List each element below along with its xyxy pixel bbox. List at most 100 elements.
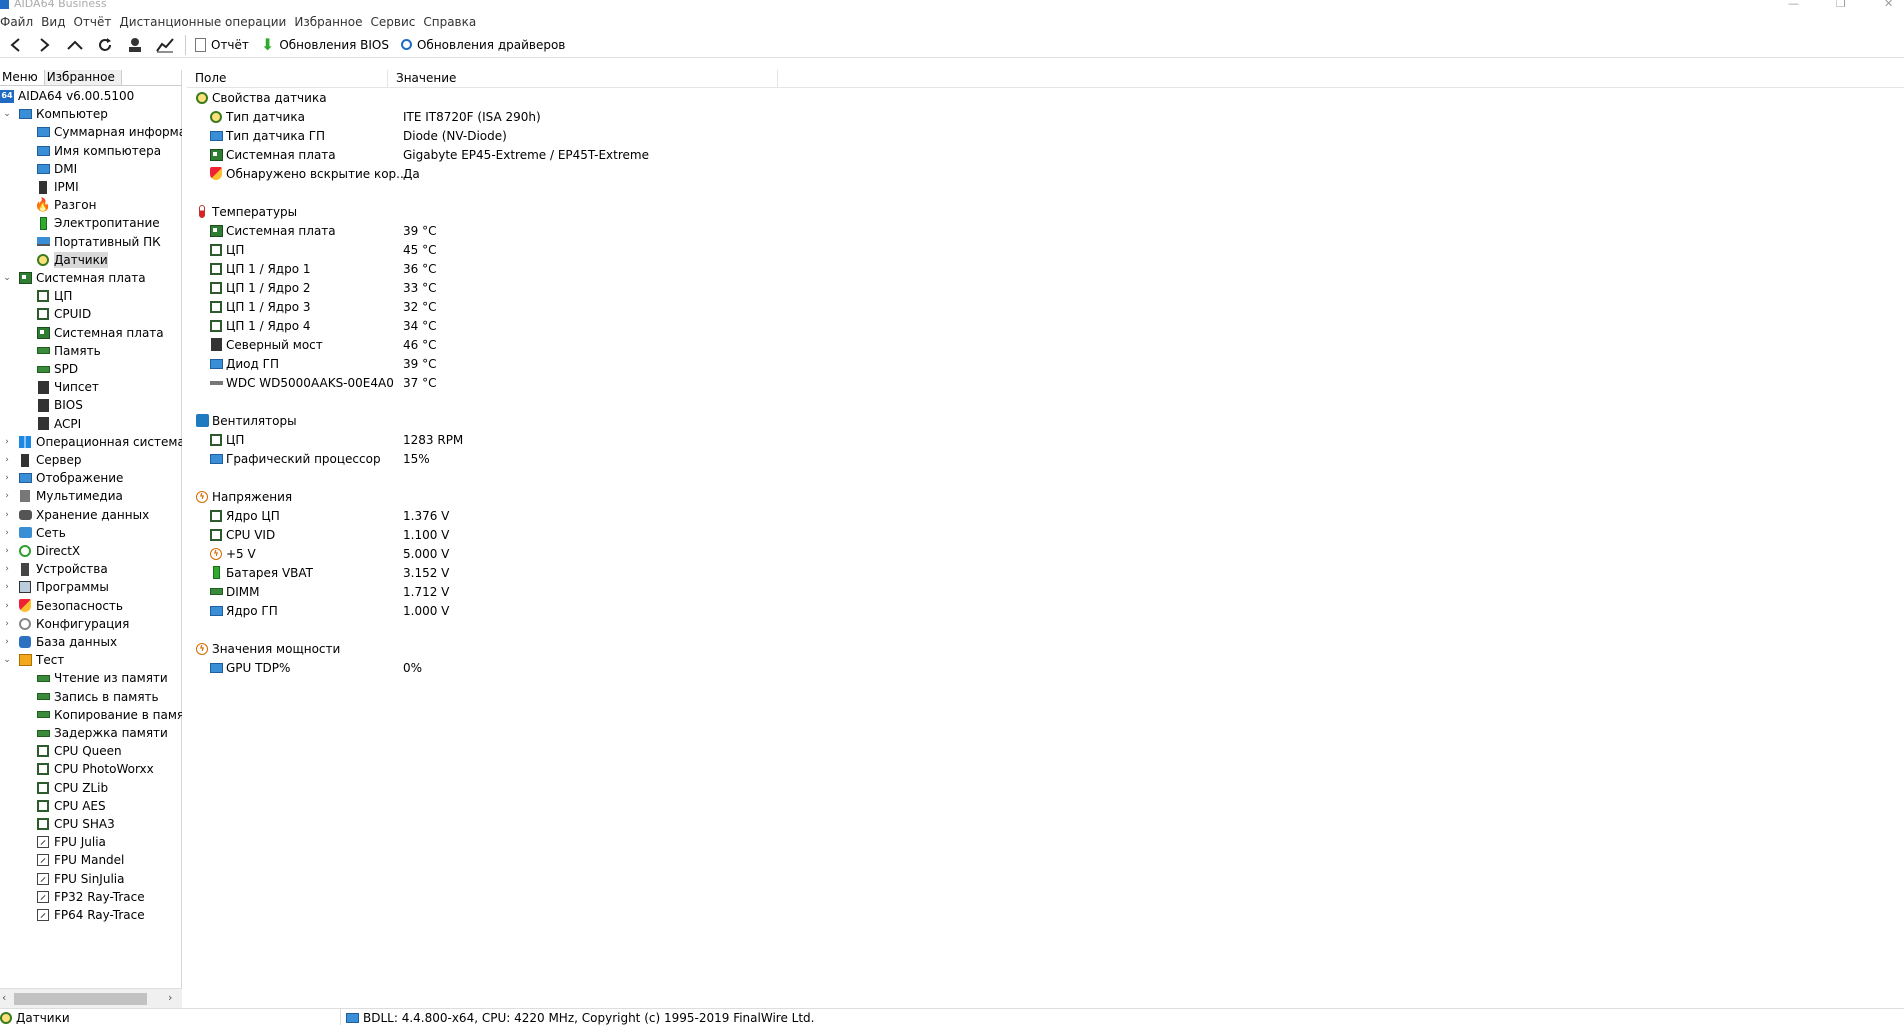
forward-button[interactable]	[30, 33, 60, 57]
tree-item[interactable]: ⌄ Компьютер	[3, 105, 108, 123]
tree-item[interactable]: › Операционная система	[5, 433, 182, 451]
section-header[interactable]: Свойства датчика	[195, 88, 327, 107]
report-button[interactable]: Отчёт	[191, 33, 257, 57]
tree-item[interactable]: FP32 Ray-Trace	[36, 888, 145, 906]
expand-icon[interactable]: ›	[2, 561, 12, 577]
tree-item[interactable]: Имя компьютера	[36, 142, 161, 160]
section-header[interactable]: Вентиляторы	[195, 411, 297, 430]
tree-item[interactable]: Задержка памяти	[36, 724, 168, 742]
tree-item[interactable]: DMI	[36, 160, 77, 178]
expand-icon[interactable]: ›	[2, 452, 12, 468]
tree-item[interactable]: FPU Mandel	[36, 851, 124, 869]
tree-item[interactable]: Память	[36, 342, 101, 360]
expand-icon[interactable]: ›	[2, 634, 12, 650]
sensor-row[interactable]: CPU VID 1.100 V	[209, 525, 1809, 544]
menu-report[interactable]: Отчёт	[73, 15, 118, 29]
tree-item[interactable]: ⌄ Тест	[3, 651, 64, 669]
tree-item[interactable]: CPU ZLib	[36, 779, 108, 797]
close-icon[interactable]: ✕	[1884, 0, 1893, 10]
collapse-icon[interactable]: ⌄	[2, 652, 12, 668]
tree-item[interactable]: › Конфигурация	[5, 615, 129, 633]
sensor-row[interactable]: ЦП 1 / Ядро 2 33 °C	[209, 278, 1809, 297]
sensor-row[interactable]: ЦП 45 °C	[209, 240, 1809, 259]
refresh-button[interactable]	[90, 33, 120, 57]
tree-item[interactable]: Копирование в памяти	[36, 706, 182, 724]
tree-item[interactable]: › Отображение	[5, 469, 123, 487]
sensor-row[interactable]: ϟ +5 V 5.000 V	[209, 544, 1809, 563]
tree-item[interactable]: › База данных	[5, 633, 117, 651]
sensor-row[interactable]: GPU TDP% 0%	[209, 658, 1809, 677]
horizontal-scrollbar[interactable]: ‹ ›	[0, 988, 182, 1008]
sensor-row[interactable]: Системная плата 39 °C	[209, 221, 1809, 240]
minimize-icon[interactable]: —	[1788, 0, 1799, 10]
back-button[interactable]	[0, 33, 30, 57]
tree-item[interactable]: Электропитание	[36, 214, 160, 232]
tree-item[interactable]: Запись в память	[36, 688, 159, 706]
tree-item[interactable]: › Безопасность	[5, 597, 123, 615]
tab-favorites[interactable]: Избранное	[44, 70, 122, 85]
driver-updates-button[interactable]: Обновления драйверов	[397, 33, 573, 57]
section-header[interactable]: Температуры	[195, 202, 297, 221]
tree-item[interactable]: › Мультимедиа	[5, 487, 123, 505]
tree-item[interactable]: ACPI	[36, 415, 81, 433]
scrollbar-thumb[interactable]	[14, 993, 147, 1005]
scroll-right-icon[interactable]: ›	[168, 991, 172, 1004]
tree-item[interactable]: CPU SHA3	[36, 815, 115, 833]
tree-item[interactable]: Суммарная информация	[36, 123, 182, 141]
tree-item[interactable]: 64 AIDA64 v6.00.5100	[0, 87, 134, 105]
column-field[interactable]: Поле	[187, 70, 388, 87]
sensor-row[interactable]: ЦП 1 / Ядро 3 32 °C	[209, 297, 1809, 316]
expand-icon[interactable]: ›	[2, 616, 12, 632]
column-value[interactable]: Значение	[388, 70, 778, 87]
tree-item[interactable]: › DirectX	[5, 542, 80, 560]
sensor-row[interactable]: Батарея VBAT 3.152 V	[209, 563, 1809, 582]
tree-item[interactable]: IPMI	[36, 178, 79, 196]
expand-icon[interactable]: ›	[2, 579, 12, 595]
bios-updates-button[interactable]: ⬇ Обновления BIOS	[257, 33, 397, 57]
tree-item[interactable]: SPD	[36, 360, 78, 378]
sensor-row[interactable]: Тип датчика ITE IT8720F (ISA 290h)	[209, 107, 1809, 126]
collapse-icon[interactable]: ⌄	[2, 270, 12, 286]
expand-icon[interactable]: ›	[2, 598, 12, 614]
tree-item[interactable]: ⌄ Системная плата	[3, 269, 145, 287]
section-header[interactable]: ϟ Напряжения	[195, 487, 292, 506]
tree-item[interactable]: Датчики	[36, 251, 108, 269]
tree-item[interactable]: › Программы	[5, 578, 109, 596]
tree-item[interactable]: Чипсет	[36, 378, 99, 396]
tree-item[interactable]: CPU Queen	[36, 742, 122, 760]
tree-item[interactable]: › Сеть	[5, 524, 66, 542]
expand-icon[interactable]: ›	[2, 470, 12, 486]
tree-item[interactable]: CPU PhotoWorxx	[36, 760, 154, 778]
up-button[interactable]	[60, 33, 90, 57]
section-header[interactable]: ϟ Значения мощности	[195, 639, 340, 658]
sensor-row[interactable]: Обнаружено вскрытие кор... Да	[209, 164, 1809, 183]
scroll-left-icon[interactable]: ‹	[2, 991, 6, 1004]
tree-item[interactable]: Системная плата	[36, 324, 164, 342]
tree-item[interactable]: CPU AES	[36, 797, 106, 815]
tree-item[interactable]: › Устройства	[5, 560, 107, 578]
tree-item[interactable]: Портативный ПК	[36, 233, 161, 251]
sensor-row[interactable]: Системная плата Gigabyte EP45-Extreme / E…	[209, 145, 1809, 164]
menu-service[interactable]: Сервис	[371, 15, 423, 29]
menu-remote[interactable]: Дистанционные операции	[119, 15, 293, 29]
sensor-row[interactable]: Тип датчика ГП Diode (NV-Diode)	[209, 126, 1809, 145]
maximize-icon[interactable]: ❐	[1836, 0, 1846, 10]
sensor-row[interactable]: ЦП 1 / Ядро 4 34 °C	[209, 316, 1809, 335]
expand-icon[interactable]: ›	[2, 507, 12, 523]
tree-item[interactable]: FPU SinJulia	[36, 870, 124, 888]
expand-icon[interactable]: ›	[2, 488, 12, 504]
expand-icon[interactable]: ›	[2, 525, 12, 541]
sensor-row[interactable]: Северный мост 46 °C	[209, 335, 1809, 354]
expand-icon[interactable]: ›	[2, 434, 12, 450]
tree-item[interactable]: › Сервер	[5, 451, 81, 469]
menu-view[interactable]: Вид	[41, 15, 72, 29]
expand-icon[interactable]: ›	[2, 543, 12, 559]
tree-item[interactable]: CPUID	[36, 305, 91, 323]
tree-item[interactable]: FP64 Ray-Trace	[36, 906, 145, 924]
menu-file[interactable]: Файл	[0, 15, 40, 29]
sensor-row[interactable]: Диод ГП 39 °C	[209, 354, 1809, 373]
tree-item[interactable]: BIOS	[36, 396, 83, 414]
sensor-row[interactable]: Ядро ЦП 1.376 V	[209, 506, 1809, 525]
sensor-row[interactable]: WDC WD5000AAKS-00E4A0 37 °C	[209, 373, 1809, 392]
sensor-row[interactable]: Графический процессор 15%	[209, 449, 1809, 468]
